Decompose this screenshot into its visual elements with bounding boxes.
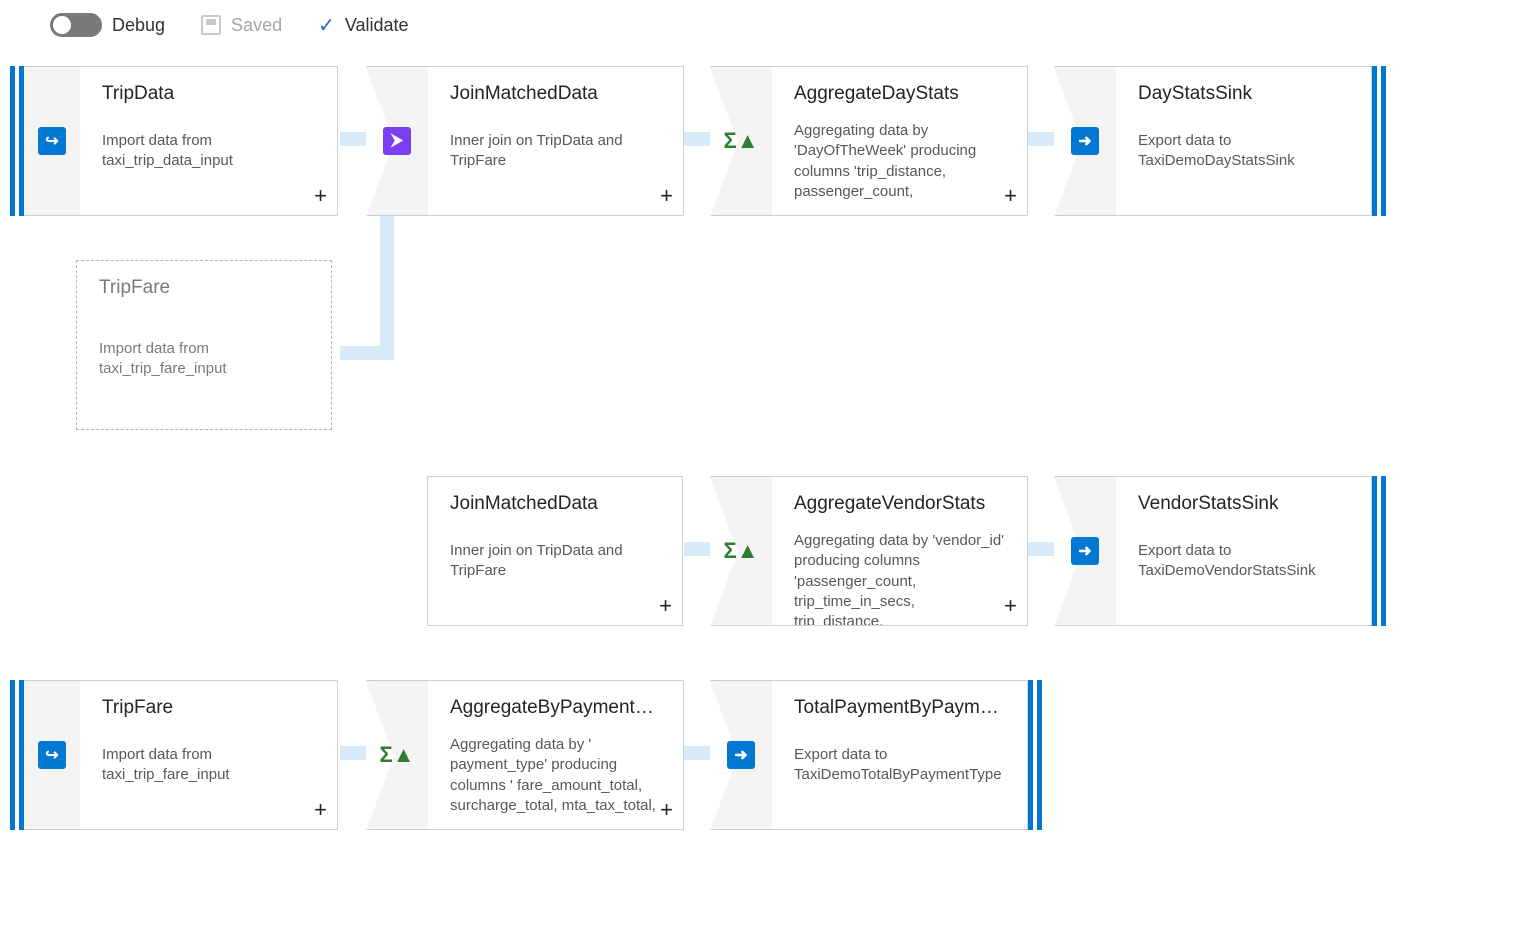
node-daystats-sink[interactable]: ➜ DayStatsSink Export data to TaxiDemoDa… bbox=[1054, 66, 1386, 216]
add-button[interactable]: + bbox=[1004, 183, 1017, 209]
aggregate-icon: Σ▲ bbox=[383, 741, 411, 769]
node-vendor-sink[interactable]: ➜ VendorStatsSink Export data to TaxiDem… bbox=[1054, 476, 1386, 626]
node-title: TripFare bbox=[99, 277, 309, 299]
add-button[interactable]: + bbox=[659, 593, 672, 619]
aggregate-icon: Σ▲ bbox=[727, 127, 755, 155]
node-desc: Inner join on TripData and TripFare bbox=[450, 541, 660, 582]
node-join-1[interactable]: ⮞ JoinMatchedData Inner join on TripData… bbox=[366, 66, 684, 216]
node-desc: Aggregating data by ' payment_type' prod… bbox=[450, 735, 661, 816]
source-icon: ↪ bbox=[38, 127, 66, 155]
save-icon bbox=[201, 15, 221, 35]
node-desc: Export data to TaxiDemoVendorStatsSink bbox=[1138, 541, 1349, 582]
end-bar bbox=[1037, 680, 1042, 830]
node-tripdata-source[interactable]: ↪ TripData Import data from taxi_trip_da… bbox=[10, 66, 338, 216]
source-icon: ↪ bbox=[38, 741, 66, 769]
saved-button: Saved bbox=[201, 15, 282, 36]
node-desc: Import data from taxi_trip_fare_input bbox=[102, 745, 315, 786]
node-title: VendorStatsSink bbox=[1138, 493, 1349, 515]
node-desc: Export data to TaxiDemoTotalByPaymentTyp… bbox=[794, 745, 1005, 786]
node-desc: Import data from taxi_trip_data_input bbox=[102, 131, 315, 172]
node-title: TripData bbox=[102, 83, 315, 105]
validate-button[interactable]: ✓ Validate bbox=[318, 13, 408, 38]
debug-toggle[interactable]: Debug bbox=[50, 13, 165, 37]
flow-connector bbox=[340, 346, 394, 360]
node-desc: Aggregating data by 'DayOfTheWeek' produ… bbox=[794, 121, 1005, 202]
saved-label: Saved bbox=[231, 15, 282, 36]
node-title: TripFare bbox=[102, 697, 315, 719]
node-title: JoinMatchedData bbox=[450, 493, 660, 515]
toggle-icon bbox=[50, 13, 102, 37]
node-desc: Import data from taxi_trip_fare_input bbox=[99, 339, 309, 380]
aggregate-icon: Σ▲ bbox=[727, 537, 755, 565]
add-button[interactable]: + bbox=[314, 183, 327, 209]
node-title: AggregateByPaymentTy... bbox=[450, 697, 661, 719]
node-join-2[interactable]: JoinMatchedData Inner join on TripData a… bbox=[427, 476, 683, 626]
node-aggregate-payment[interactable]: Σ▲ AggregateByPaymentTy... Aggregating d… bbox=[366, 680, 684, 830]
node-aggregate-day[interactable]: Σ▲ AggregateDayStats Aggregating data by… bbox=[710, 66, 1028, 216]
end-bar bbox=[1381, 476, 1386, 626]
join-icon: ⮞ bbox=[383, 127, 411, 155]
end-bar bbox=[1381, 66, 1386, 216]
node-aggregate-vendor[interactable]: Σ▲ AggregateVendorStats Aggregating data… bbox=[710, 476, 1028, 626]
node-title: TotalPaymentByPaymen... bbox=[794, 697, 1005, 719]
node-title: JoinMatchedData bbox=[450, 83, 661, 105]
dataflow-canvas[interactable]: ↪ TripData Import data from taxi_trip_da… bbox=[0, 60, 1530, 930]
node-tripfare-source[interactable]: ↪ TripFare Import data from taxi_trip_fa… bbox=[10, 680, 338, 830]
checkmark-icon: ✓ bbox=[318, 13, 335, 38]
sink-icon: ➜ bbox=[727, 741, 755, 769]
sink-icon: ➜ bbox=[1071, 537, 1099, 565]
node-desc: Inner join on TripData and TripFare bbox=[450, 131, 661, 172]
add-button[interactable]: + bbox=[314, 797, 327, 823]
node-desc: Export data to TaxiDemoDayStatsSink bbox=[1138, 131, 1349, 172]
node-title: DayStatsSink bbox=[1138, 83, 1349, 105]
add-button[interactable]: + bbox=[660, 797, 673, 823]
node-desc: Aggregating data by 'vendor_id' producin… bbox=[794, 531, 1005, 626]
node-title: AggregateDayStats bbox=[794, 83, 1005, 105]
validate-label: Validate bbox=[345, 15, 409, 36]
add-button[interactable]: + bbox=[660, 183, 673, 209]
node-tripfare-ghost[interactable]: TripFare Import data from taxi_trip_fare… bbox=[76, 260, 332, 430]
add-button[interactable]: + bbox=[1004, 593, 1017, 619]
sink-icon: ➜ bbox=[1071, 127, 1099, 155]
node-payment-sink[interactable]: ➜ TotalPaymentByPaymen... Export data to… bbox=[710, 680, 1042, 830]
debug-label: Debug bbox=[112, 15, 165, 36]
toolbar: Debug Saved ✓ Validate bbox=[0, 0, 1530, 50]
node-title: AggregateVendorStats bbox=[794, 493, 1005, 515]
